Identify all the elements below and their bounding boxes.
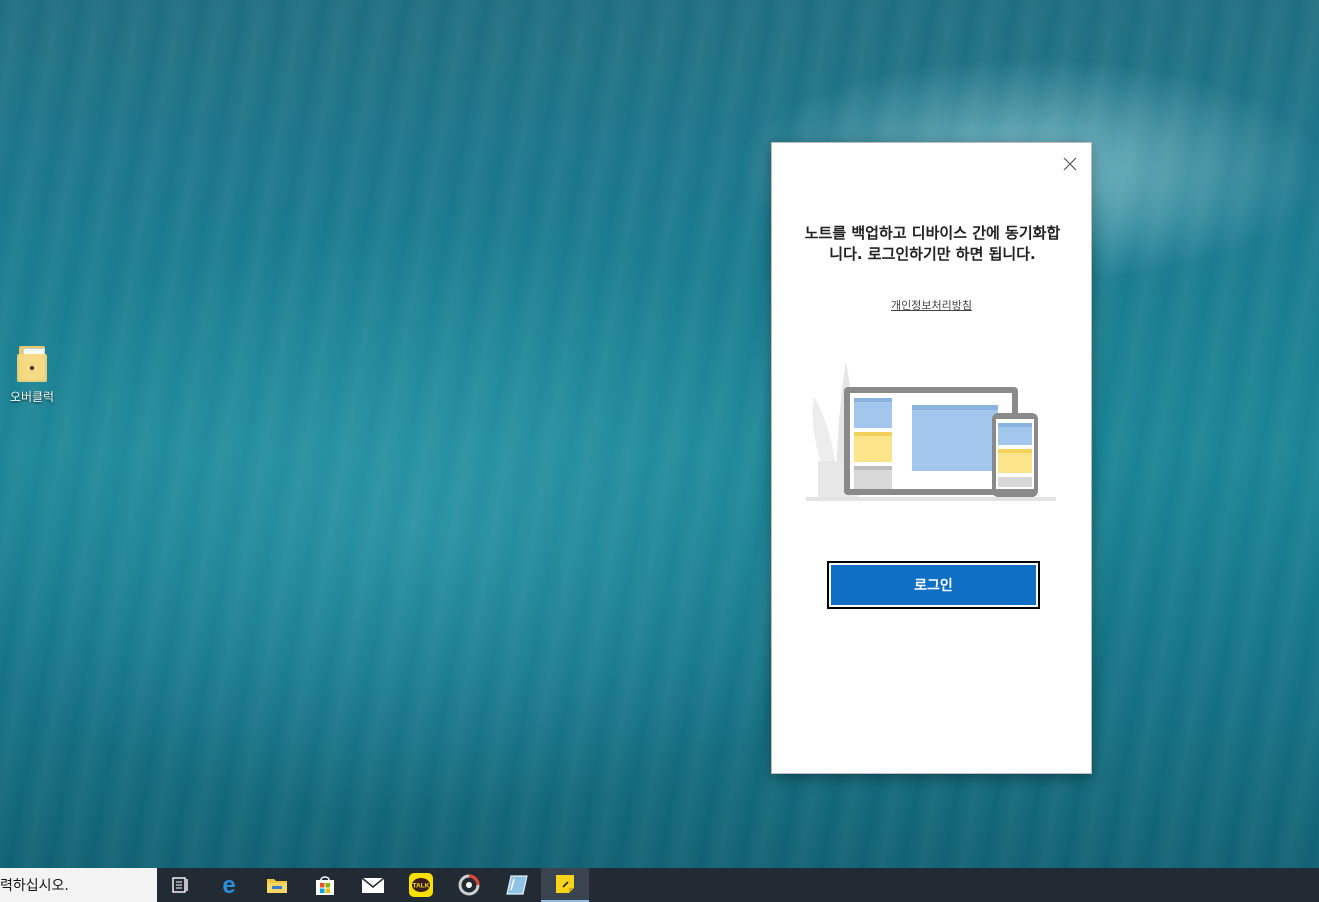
wallpaper: [0, 0, 1319, 868]
sticky-notes-signin-dialog: 노트를 백업하고 디바이스 간에 동기화합니다. 로그인하기만 하면 됩니다. …: [771, 142, 1092, 774]
close-button[interactable]: [1059, 153, 1081, 175]
mail-icon: [361, 877, 385, 893]
login-button[interactable]: 로그인: [827, 561, 1040, 609]
svg-text:e: e: [222, 874, 235, 896]
file-explorer-icon: [267, 879, 287, 893]
task-view-button[interactable]: [157, 868, 205, 902]
store-button[interactable]: [301, 868, 349, 902]
record-app-icon: [458, 874, 480, 896]
mail-button[interactable]: [349, 868, 397, 902]
taskbar-search-input[interactable]: 력하십시오.: [0, 868, 157, 902]
store-icon: [316, 876, 334, 895]
login-button-label: 로그인: [831, 565, 1036, 605]
devices-sync-illustration: [806, 362, 1056, 501]
sticky-notes-icon: [556, 875, 574, 893]
svg-text:TALK: TALK: [413, 883, 430, 890]
desktop-icon-label: 오버클럭: [9, 390, 55, 404]
file-explorer-button[interactable]: [253, 868, 301, 902]
desktop-icon-folder[interactable]: 오버클럭: [4, 344, 60, 414]
edge-button[interactable]: e: [205, 868, 253, 902]
close-icon: [1063, 157, 1077, 171]
sticky-notes-button[interactable]: [541, 868, 589, 902]
glass-app-icon: [506, 875, 528, 895]
record-app-button[interactable]: [445, 868, 493, 902]
glass-app-button[interactable]: [493, 868, 541, 902]
taskbar: 력하십시오. e TALK: [0, 868, 1319, 902]
privacy-policy-link[interactable]: 개인정보처리방침: [772, 297, 1091, 313]
kakaotalk-icon: TALK: [409, 873, 433, 897]
task-view-icon: [172, 877, 188, 893]
search-text: 력하십시오.: [0, 878, 69, 894]
kakaotalk-button[interactable]: TALK: [397, 868, 445, 902]
dialog-headline: 노트를 백업하고 디바이스 간에 동기화합니다. 로그인하기만 하면 됩니다.: [804, 224, 1061, 263]
folder-icon: [17, 344, 47, 382]
edge-icon: e: [222, 874, 235, 896]
